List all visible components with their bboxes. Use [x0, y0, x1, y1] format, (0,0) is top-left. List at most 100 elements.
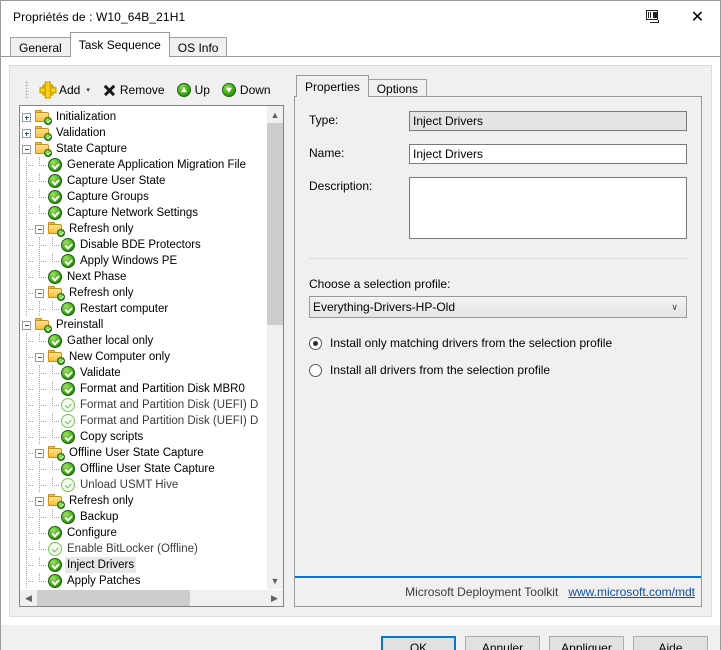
expand-icon[interactable] [22, 112, 31, 122]
hscroll-track[interactable] [37, 589, 266, 606]
tree-item[interactable]: Apply Patches [22, 573, 266, 589]
tree-item[interactable]: Backup [22, 509, 266, 525]
collapse-icon[interactable] [22, 144, 31, 154]
remove-button[interactable]: Remove [97, 81, 170, 99]
tree-item[interactable]: Enable BitLocker (Offline) [22, 541, 266, 557]
tree-branch-guide [48, 381, 61, 397]
mdt-website-link[interactable]: www.microsoft.com/mdt [568, 585, 695, 599]
expand-icon[interactable] [22, 128, 31, 138]
tab-general[interactable]: General [10, 37, 71, 57]
tree-item[interactable]: Offline User State Capture [22, 461, 266, 477]
tree-vertical-scrollbar[interactable]: ▲ ▼ [266, 106, 283, 589]
add-button[interactable]: Add ▾ [35, 81, 95, 100]
tree-items-container[interactable]: Initialization Validation State Capture Gen… [20, 106, 266, 589]
tree-item[interactable]: Format and Partition Disk MBR0 [22, 381, 266, 397]
tree-item[interactable]: Restart computer [22, 301, 266, 317]
description-field-row: Description: [309, 177, 687, 239]
help-button[interactable]: Aide [633, 636, 708, 650]
ok-button[interactable]: OK [381, 636, 456, 650]
cancel-button[interactable]: Annuler [465, 636, 540, 650]
step-enabled-icon [48, 270, 62, 284]
tree-item-label: Refresh only [69, 495, 134, 507]
radio-install-matching[interactable]: Install only matching drivers from the s… [309, 336, 687, 350]
tree-item[interactable]: Copy scripts [22, 429, 266, 445]
tree-item[interactable]: Preinstall [22, 317, 266, 333]
display-settings-button[interactable] [630, 1, 675, 32]
hscroll-thumb[interactable] [37, 589, 191, 606]
tab-os-info[interactable]: OS Info [168, 37, 228, 57]
tree-branch-guide [35, 525, 48, 541]
tree-indent-guide [35, 381, 48, 397]
collapse-icon[interactable] [35, 448, 44, 458]
tree-item[interactable]: Apply Windows PE [22, 253, 266, 269]
tree-indent-guide [22, 573, 35, 589]
tree-indent-guide [22, 557, 35, 573]
tree-item[interactable]: Gather local only [22, 333, 266, 349]
selection-profile-dropdown[interactable]: Everything-Drivers-HP-Old ∨ [309, 296, 687, 318]
tree-indent-guide [22, 221, 35, 237]
tree-item[interactable]: Validate [22, 365, 266, 381]
tree-item[interactable]: State Capture [22, 141, 266, 157]
task-sequence-tree[interactable]: Initialization Validation State Capture Gen… [19, 105, 284, 607]
folder-icon [48, 222, 65, 237]
tree-horizontal-scrollbar[interactable]: ◀ ▶ [20, 589, 283, 606]
move-up-button[interactable]: Up [172, 81, 215, 99]
tree-item-label: Copy scripts [80, 431, 144, 443]
tab-task-sequence[interactable]: Task Sequence [69, 32, 170, 57]
tree-item[interactable]: Format and Partition Disk (UEFI) D [22, 397, 266, 413]
tree-item[interactable]: Offline User State Capture [22, 445, 266, 461]
tree-item[interactable]: Next Phase [22, 269, 266, 285]
step-enabled-icon [48, 158, 62, 172]
radio-install-all[interactable]: Install all drivers from the selection p… [309, 363, 687, 377]
step-enabled-icon [61, 254, 75, 268]
tree-item[interactable]: Refresh only [22, 285, 266, 301]
mdt-branding-footer: Microsoft Deployment Toolkit www.microso… [295, 578, 701, 606]
tree-item[interactable]: Refresh only [22, 493, 266, 509]
folder-icon [35, 110, 52, 125]
tree-branch-guide [35, 269, 48, 285]
tree-item-label: Apply Windows PE [80, 255, 178, 267]
tree-indent-guide [22, 253, 35, 269]
tree-item[interactable]: Initialization [22, 109, 266, 125]
tree-item[interactable]: New Computer only [22, 349, 266, 365]
tree-indent-guide [35, 237, 48, 253]
tree-branch-guide [35, 573, 48, 589]
tree-indent-guide [22, 237, 35, 253]
description-textarea[interactable] [409, 177, 687, 239]
scroll-down-icon[interactable]: ▼ [267, 572, 283, 589]
tree-item[interactable]: Capture User State [22, 173, 266, 189]
chevron-down-icon: ∨ [671, 301, 678, 312]
tab-properties[interactable]: Properties [296, 75, 369, 97]
apply-button[interactable]: Appliquer [549, 636, 624, 650]
collapse-icon[interactable] [35, 352, 44, 362]
tree-item[interactable]: Inject Drivers [22, 557, 266, 573]
tree-item[interactable]: Format and Partition Disk (UEFI) D [22, 413, 266, 429]
tree-item[interactable]: Disable BDE Protectors [22, 237, 266, 253]
tree-item[interactable]: Validation [22, 125, 266, 141]
tree-item[interactable]: Refresh only [22, 221, 266, 237]
scroll-right-icon[interactable]: ▶ [266, 593, 283, 604]
vscroll-thumb[interactable] [267, 123, 283, 326]
folder-icon [35, 142, 52, 157]
close-button[interactable]: ✕ [675, 1, 720, 32]
tree-item-label: Initialization [56, 111, 117, 123]
tree-item-label: Capture Network Settings [67, 207, 199, 219]
collapse-icon[interactable] [35, 288, 44, 298]
tree-item[interactable]: Capture Groups [22, 189, 266, 205]
collapse-icon[interactable] [22, 320, 31, 330]
name-input[interactable]: Inject Drivers [409, 144, 687, 164]
tree-item[interactable]: Configure [22, 525, 266, 541]
tree-item[interactable]: Capture Network Settings [22, 205, 266, 221]
scroll-up-icon[interactable]: ▲ [267, 106, 283, 123]
vscroll-track[interactable] [267, 123, 283, 572]
tab-options[interactable]: Options [367, 79, 428, 97]
tree-item[interactable]: Generate Application Migration File [22, 157, 266, 173]
collapse-icon[interactable] [35, 224, 44, 234]
scroll-left-icon[interactable]: ◀ [20, 593, 37, 604]
tree-item-label: Enable BitLocker (Offline) [67, 543, 198, 555]
tree-indent-guide [22, 381, 35, 397]
step-disabled-icon [61, 398, 75, 412]
collapse-icon[interactable] [35, 496, 44, 506]
move-down-button[interactable]: Down [217, 81, 276, 99]
tree-item[interactable]: Unload USMT Hive [22, 477, 266, 493]
